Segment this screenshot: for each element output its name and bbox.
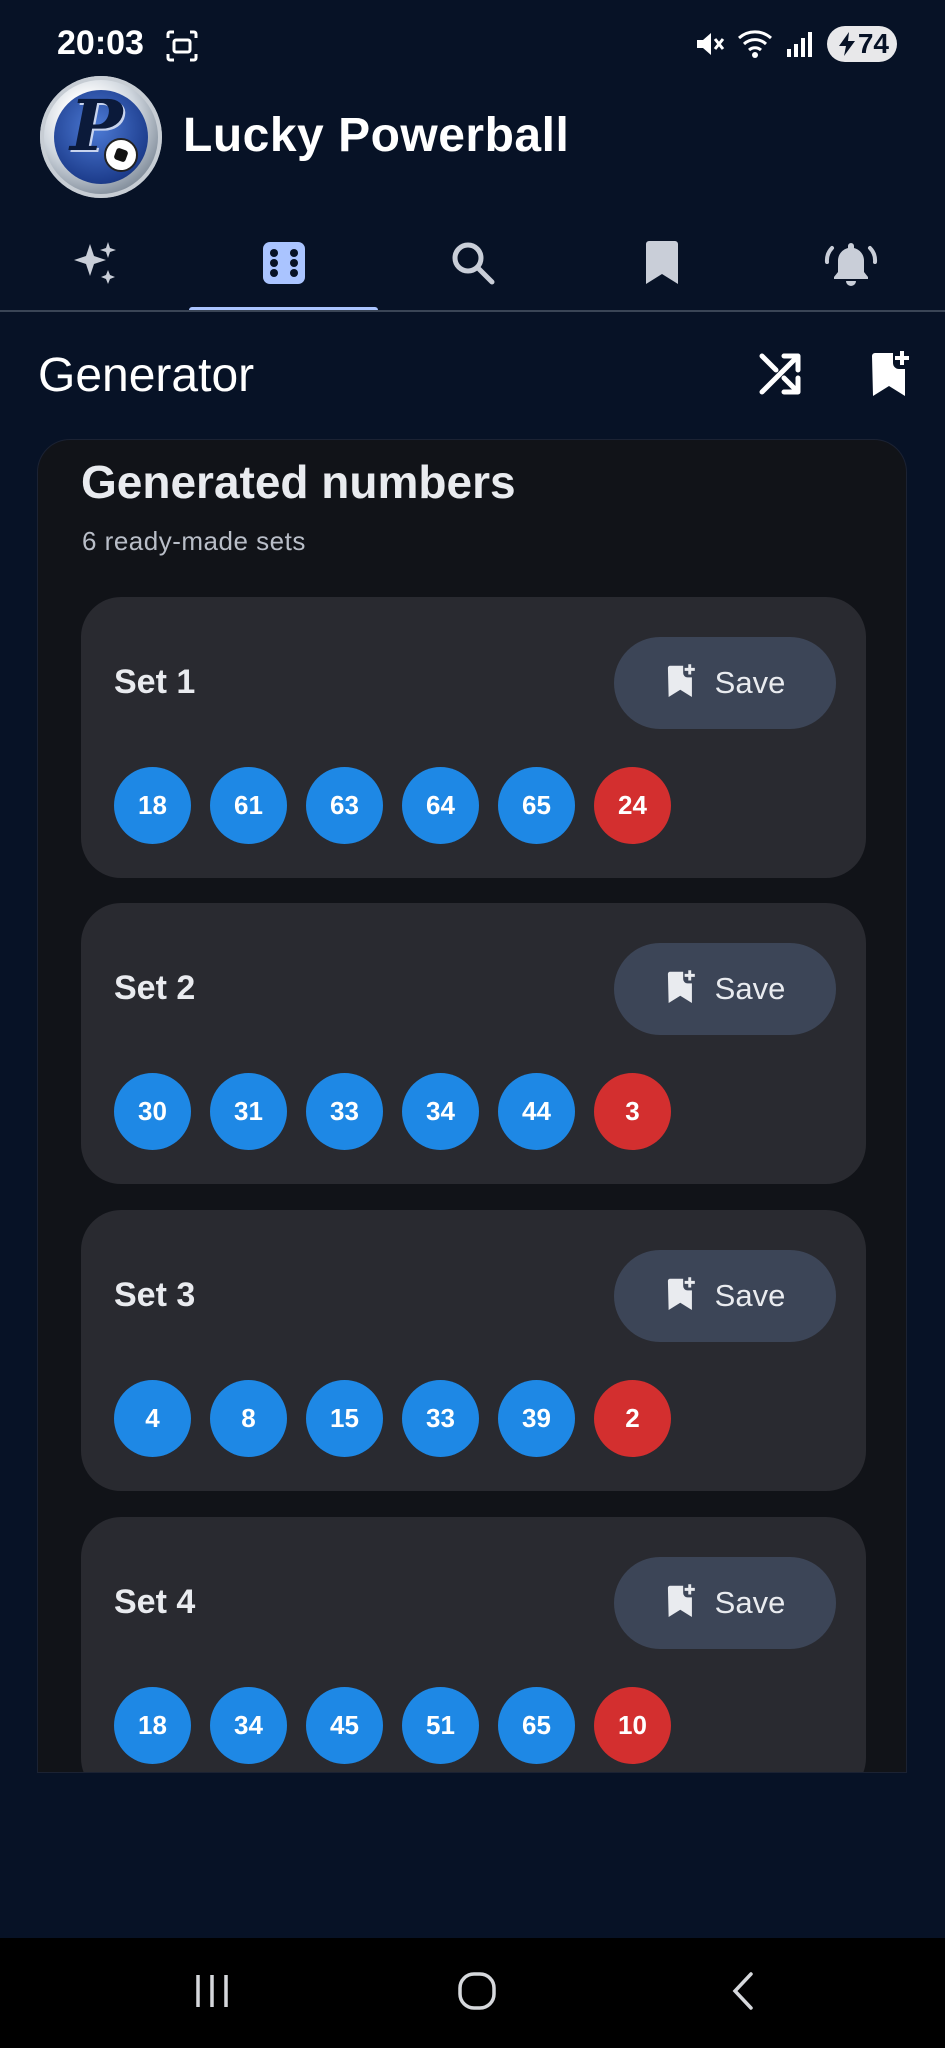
screenshot-icon xyxy=(164,28,200,64)
save-set-button[interactable]: Save xyxy=(614,1250,836,1342)
save-label: Save xyxy=(714,665,786,700)
set-label: Set 1 xyxy=(114,663,196,701)
save-label: Save xyxy=(714,971,786,1006)
home-button[interactable] xyxy=(437,1963,517,2023)
search-icon xyxy=(450,240,496,291)
set-card: Set 3 Save 4 8 15 33 39 2 xyxy=(81,1210,866,1491)
number-ball: 63 xyxy=(306,767,383,844)
number-ball: 34 xyxy=(210,1687,287,1764)
number-ball: 30 xyxy=(114,1073,191,1150)
home-icon xyxy=(457,1971,497,2016)
number-ball: 64 xyxy=(402,767,479,844)
number-ball: 61 xyxy=(210,767,287,844)
back-icon xyxy=(727,1971,757,2016)
card-subtitle: 6 ready-made sets xyxy=(82,526,306,556)
bell-icon xyxy=(824,238,878,293)
number-balls: 18 61 63 64 65 24 xyxy=(114,767,671,844)
app-logo: P xyxy=(40,76,162,198)
bookmark-add-icon xyxy=(665,969,697,1010)
powerball: 10 xyxy=(594,1687,671,1764)
shuffle-button[interactable] xyxy=(752,348,808,404)
bookmark-icon xyxy=(642,240,682,291)
mute-icon xyxy=(693,28,725,60)
number-balls: 4 8 15 33 39 2 xyxy=(114,1380,671,1457)
number-ball: 65 xyxy=(498,1687,575,1764)
save-label: Save xyxy=(714,1585,786,1620)
sparkle-icon xyxy=(70,238,120,293)
number-ball: 33 xyxy=(402,1380,479,1457)
recents-icon xyxy=(192,1973,232,2014)
save-all-button[interactable] xyxy=(862,348,918,404)
wifi-icon xyxy=(737,28,773,60)
app-title: Lucky Powerball xyxy=(183,109,570,162)
number-ball: 15 xyxy=(306,1380,383,1457)
tab-alerts[interactable] xyxy=(756,218,945,312)
set-label: Set 2 xyxy=(114,969,196,1007)
number-ball: 33 xyxy=(306,1073,383,1150)
number-ball: 8 xyxy=(210,1380,287,1457)
bookmark-add-icon xyxy=(665,1276,697,1317)
set-card: Set 1 Save 18 61 63 64 65 24 xyxy=(81,597,866,878)
powerball: 24 xyxy=(594,767,671,844)
tab-bar xyxy=(0,218,945,312)
tab-suggestions[interactable] xyxy=(0,218,189,312)
charging-icon xyxy=(837,32,857,56)
tab-generator[interactable] xyxy=(189,218,378,312)
app-header: P Lucky Powerball xyxy=(0,76,945,200)
number-ball: 18 xyxy=(114,767,191,844)
toolbar: Generator xyxy=(0,330,945,420)
save-set-button[interactable]: Save xyxy=(614,1557,836,1649)
battery-indicator: 74 xyxy=(827,26,897,62)
set-label: Set 3 xyxy=(114,1276,196,1314)
recents-button[interactable] xyxy=(172,1963,252,2023)
bookmark-add-icon xyxy=(665,1583,697,1624)
number-ball: 65 xyxy=(498,767,575,844)
set-label: Set 4 xyxy=(114,1583,196,1621)
signal-icon xyxy=(785,29,815,59)
number-ball: 34 xyxy=(402,1073,479,1150)
save-set-button[interactable]: Save xyxy=(614,637,836,729)
status-bar: 20:03 74 xyxy=(0,0,945,80)
number-ball: 31 xyxy=(210,1073,287,1150)
page-title: Generator xyxy=(38,349,255,402)
set-card: Set 2 Save 30 31 33 34 44 3 xyxy=(81,903,866,1184)
tab-saved[interactable] xyxy=(567,218,756,312)
card-title: Generated numbers xyxy=(81,456,516,508)
generated-numbers-card: Generated numbers 6 ready-made sets Set … xyxy=(38,440,906,1772)
set-card: Set 4 Save 18 34 45 51 65 10 xyxy=(81,1517,866,1772)
shuffle-icon xyxy=(758,352,802,401)
number-ball: 45 xyxy=(306,1687,383,1764)
number-ball: 18 xyxy=(114,1687,191,1764)
number-balls: 18 34 45 51 65 10 xyxy=(114,1687,671,1764)
number-ball: 39 xyxy=(498,1380,575,1457)
dice-icon xyxy=(261,240,307,291)
number-balls: 30 31 33 34 44 3 xyxy=(114,1073,671,1150)
bookmark-add-icon xyxy=(665,663,697,704)
number-ball: 4 xyxy=(114,1380,191,1457)
status-time: 20:03 xyxy=(57,24,144,62)
status-icons: 74 xyxy=(693,24,897,64)
save-label: Save xyxy=(714,1278,786,1313)
powerball: 2 xyxy=(594,1380,671,1457)
powerball: 3 xyxy=(594,1073,671,1150)
number-ball: 51 xyxy=(402,1687,479,1764)
system-nav-bar xyxy=(0,1938,945,2048)
tab-search[interactable] xyxy=(378,218,567,312)
bookmark-add-icon xyxy=(868,350,912,403)
battery-level: 74 xyxy=(857,28,889,59)
tab-divider xyxy=(0,310,945,312)
back-button[interactable] xyxy=(702,1963,782,2023)
number-ball: 44 xyxy=(498,1073,575,1150)
save-set-button[interactable]: Save xyxy=(614,943,836,1035)
